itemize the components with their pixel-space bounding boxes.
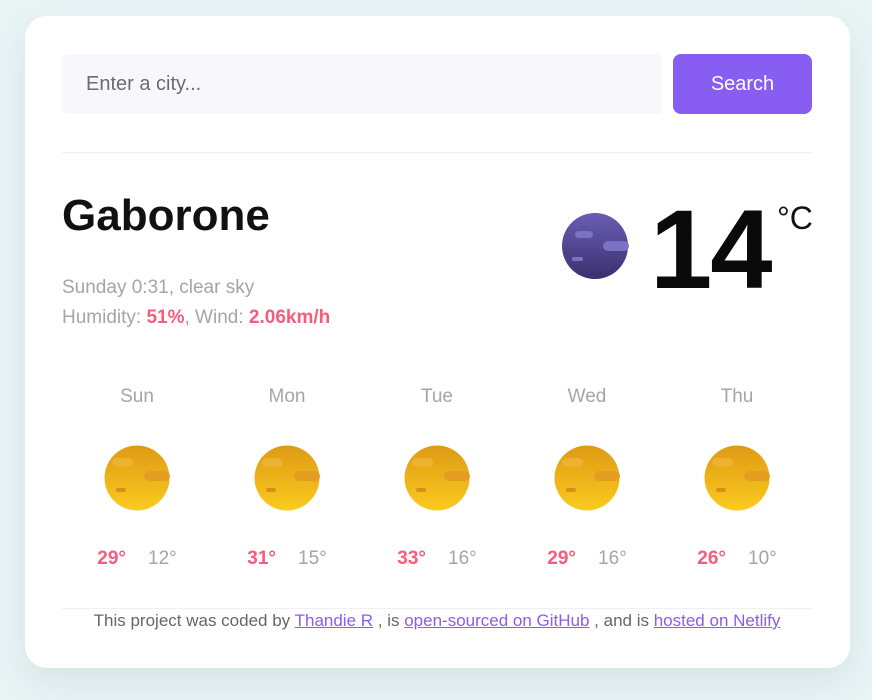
- footer: This project was coded by Thandie R , is…: [62, 610, 812, 632]
- forecast-day: Mon 31° 15°: [212, 386, 362, 576]
- wind-value: 2.06km/h: [248, 307, 331, 328]
- forecast-row: Sun 29° 12° Mon 31° 15° Tue 33° 16° Wed …: [62, 386, 812, 576]
- current-temperature: 14: [650, 187, 773, 312]
- datetime-description: Sunday 0:31, clear sky: [62, 277, 255, 298]
- search-button[interactable]: Search: [673, 54, 812, 114]
- weather-card: Search Gaborone Sunday 0:31, clear sky H…: [25, 16, 850, 668]
- forecast-min-temp: 12°: [148, 548, 177, 569]
- forecast-day-name: Thu: [720, 386, 754, 407]
- forecast-temps: 31° 15°: [212, 548, 362, 571]
- forecast-max-temp: 29°: [97, 548, 126, 569]
- forecast-temps: 26° 10°: [662, 548, 812, 571]
- forecast-temps: 29° 12°: [62, 548, 212, 571]
- forecast-day-name: Tue: [420, 386, 454, 407]
- wind-label: , Wind:: [184, 307, 249, 328]
- forecast-day-name: Wed: [567, 386, 607, 407]
- city-name: Gaborone: [62, 191, 270, 240]
- sun-icon: [104, 445, 170, 511]
- forecast-day: Thu 26° 10°: [662, 386, 812, 576]
- footer-text: This project was coded by: [93, 611, 295, 630]
- forecast-min-temp: 10°: [748, 548, 777, 569]
- forecast-day-name: Sun: [120, 386, 154, 407]
- forecast-day-name: Mon: [268, 386, 306, 407]
- humidity-label: Humidity:: [62, 307, 147, 328]
- sun-icon: [704, 445, 770, 511]
- forecast-max-temp: 26°: [697, 548, 726, 569]
- forecast-min-temp: 16°: [598, 548, 627, 569]
- temperature-unit: °C: [777, 200, 813, 236]
- forecast-max-temp: 29°: [547, 548, 576, 569]
- forecast-temps: 29° 16°: [512, 548, 662, 571]
- city-search-input[interactable]: [62, 54, 662, 114]
- humidity-wind-line: Humidity: 51%, Wind: 2.06km/h: [62, 303, 330, 333]
- moon-night-icon: [562, 213, 629, 279]
- forecast-min-temp: 15°: [298, 548, 327, 569]
- weather-description: Sunday 0:31, clear sky Humidity: 51%, Wi…: [62, 273, 330, 333]
- sun-icon: [254, 445, 320, 511]
- author-link[interactable]: Thandie R: [295, 611, 373, 630]
- search-form: Search: [62, 54, 812, 114]
- forecast-max-temp: 31°: [247, 548, 276, 569]
- forecast-min-temp: 16°: [448, 548, 477, 569]
- netlify-link[interactable]: hosted on Netlify: [654, 611, 781, 630]
- sun-icon: [554, 445, 620, 511]
- github-link[interactable]: open-sourced on GitHub: [404, 611, 589, 630]
- divider: [62, 608, 812, 609]
- forecast-max-temp: 33°: [397, 548, 426, 569]
- forecast-day: Sun 29° 12°: [62, 386, 212, 576]
- forecast-temps: 33° 16°: [362, 548, 512, 571]
- forecast-day: Tue 33° 16°: [362, 386, 512, 576]
- sun-icon: [404, 445, 470, 511]
- humidity-value: 51%: [146, 307, 185, 328]
- divider: [62, 152, 812, 153]
- footer-text: , and is: [589, 611, 654, 630]
- forecast-day: Wed 29° 16°: [512, 386, 662, 576]
- footer-text: , is: [373, 611, 405, 630]
